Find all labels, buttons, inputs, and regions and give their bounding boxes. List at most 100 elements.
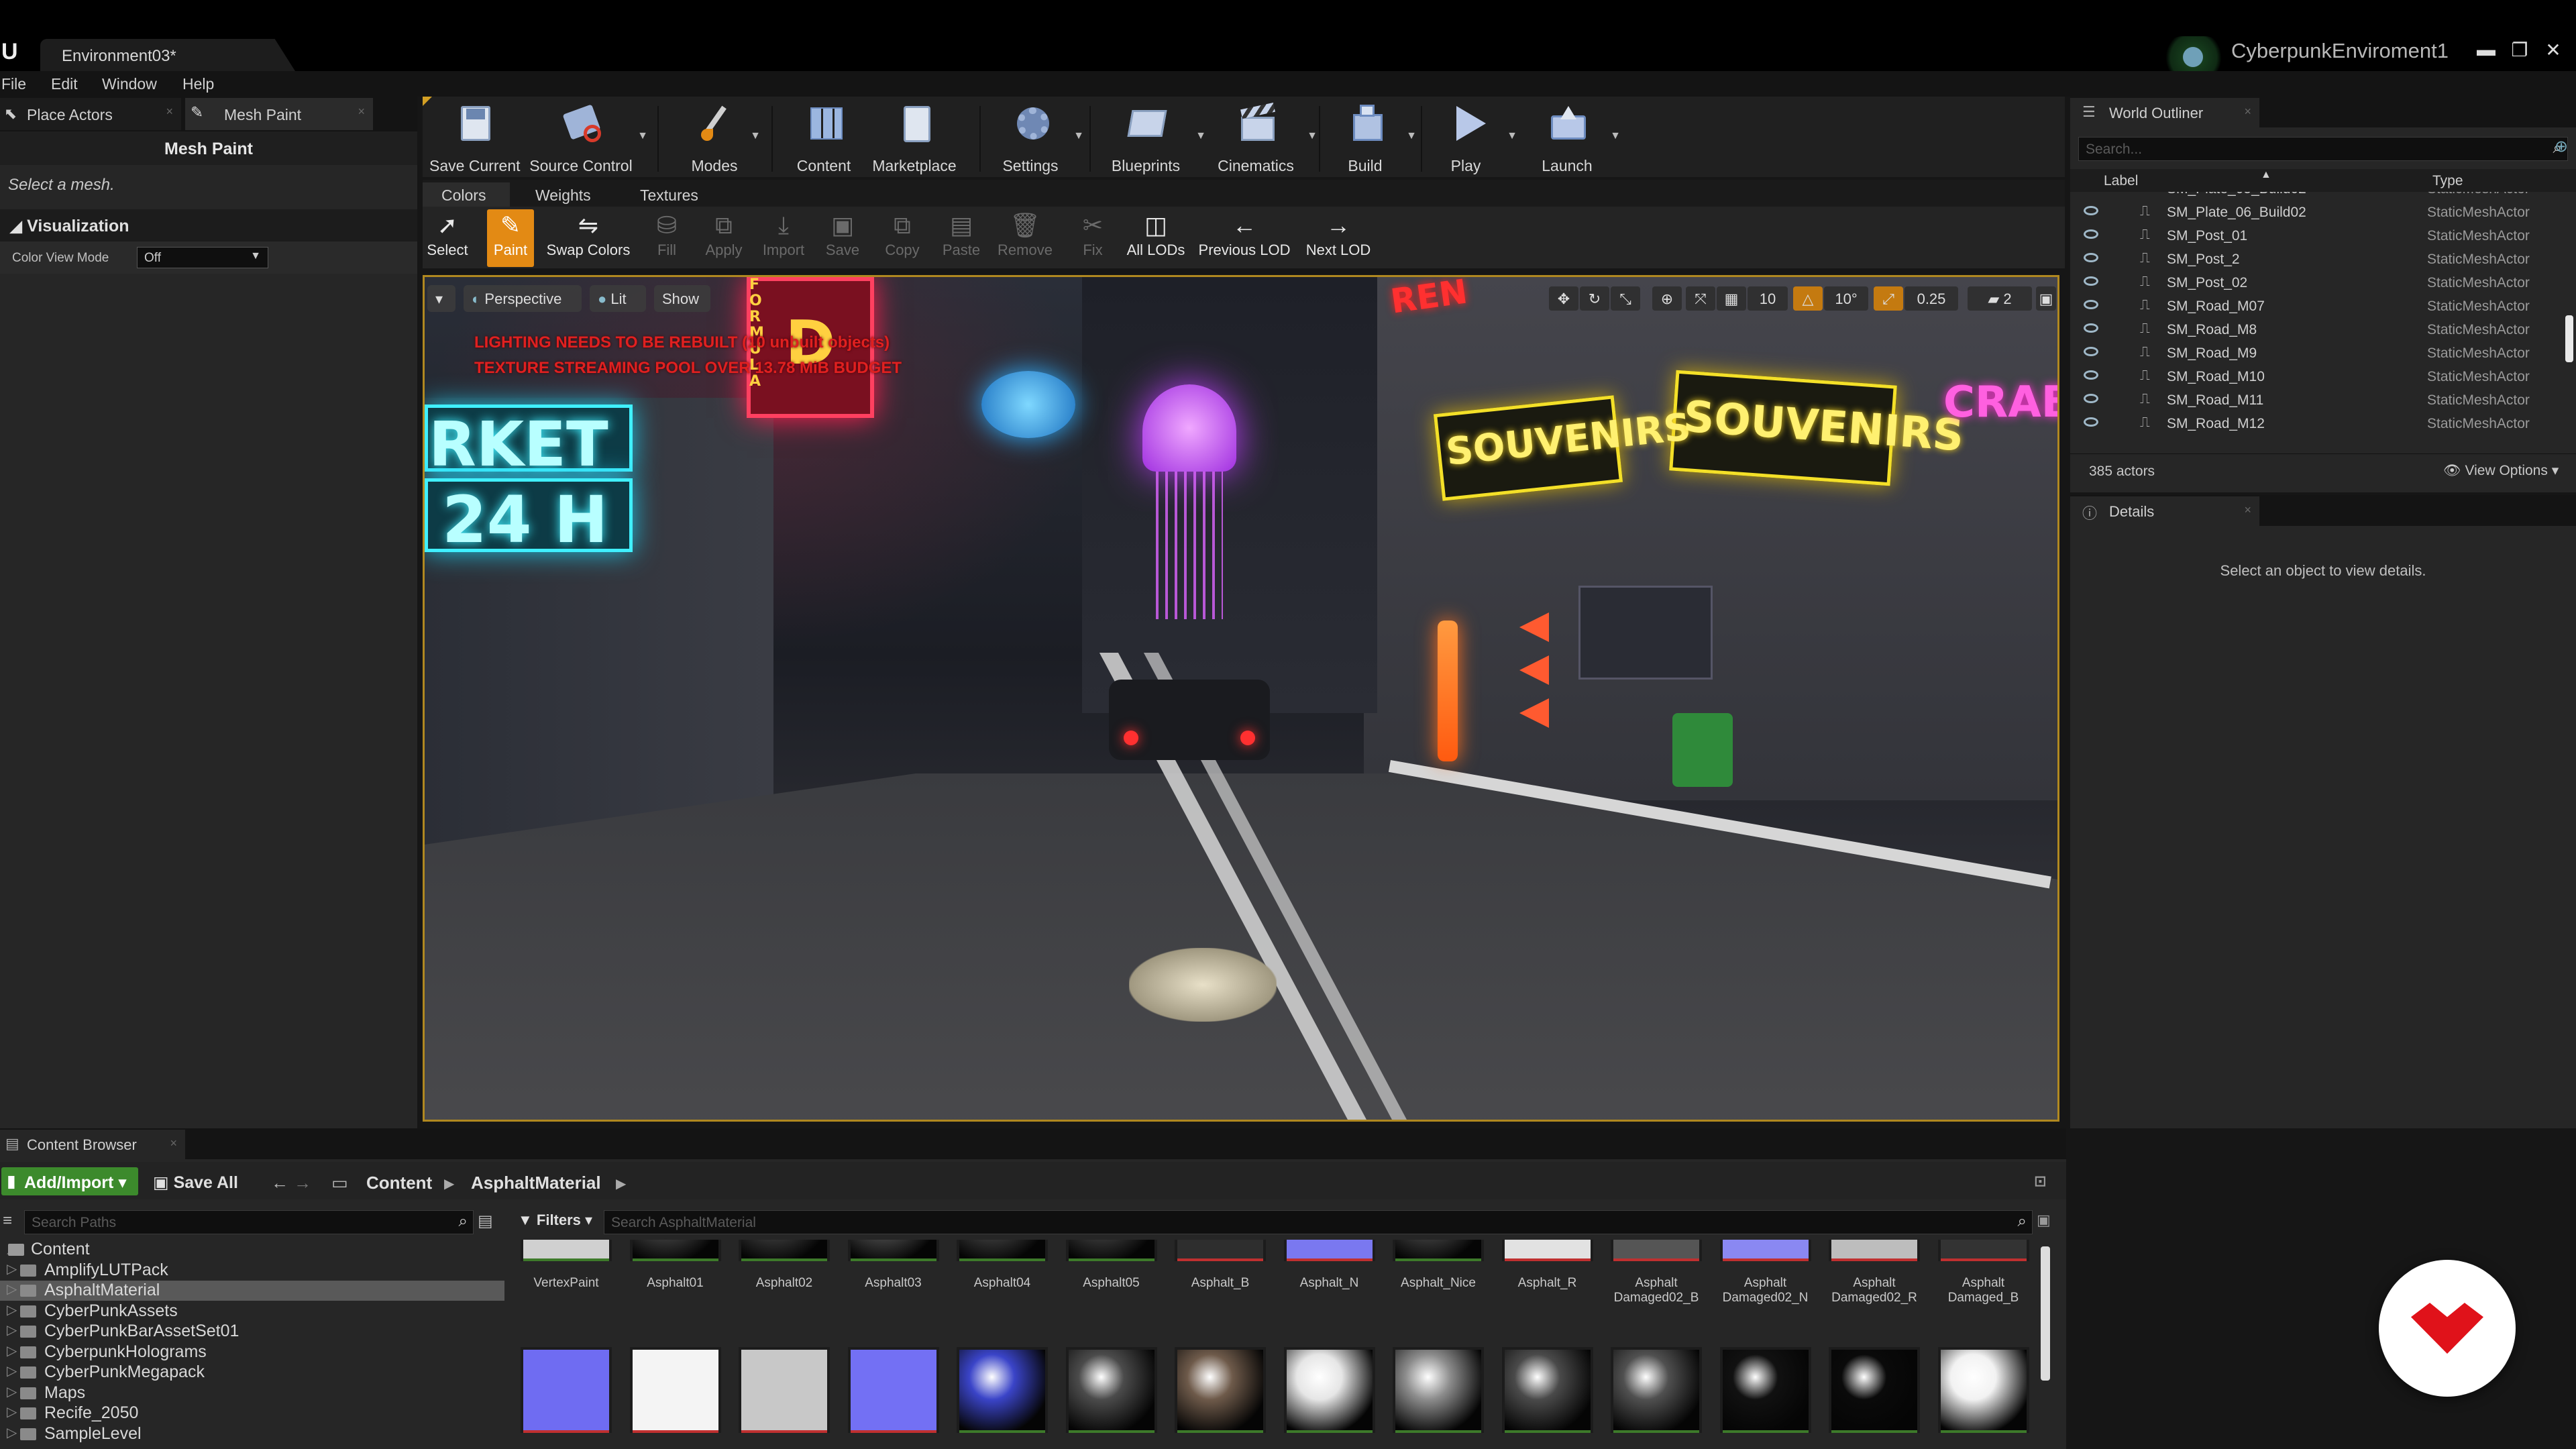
asset-tile[interactable] — [629, 1347, 721, 1436]
minimize-button[interactable]: ▬ — [2473, 39, 2500, 60]
blueprints-button[interactable]: Blueprints ▼ — [1100, 102, 1206, 176]
fill-button[interactable]: ⛁ Fill — [647, 209, 687, 267]
lock-icon[interactable]: ⊡ — [2034, 1173, 2046, 1190]
outliner-row[interactable]: ⎍ SM_Road_M11 StaticMeshActor — [2070, 388, 2564, 412]
tab-close-icon[interactable]: × — [170, 1136, 177, 1150]
visibility-eye-icon[interactable] — [2084, 370, 2098, 380]
expand-arrow-icon[interactable]: ▷ — [7, 1281, 17, 1297]
asset-tile[interactable]: Asphalt_B — [1175, 1240, 1266, 1290]
tab-close-icon[interactable]: × — [166, 105, 173, 119]
tree-folder[interactable]: ▷ SampleLevel — [0, 1424, 504, 1444]
asset-tile[interactable]: VertexPaint — [521, 1240, 612, 1290]
history-back-icon[interactable]: ← — [271, 1173, 288, 1193]
column-type[interactable]: Type — [2432, 173, 2463, 189]
history-forward-icon[interactable]: → — [294, 1173, 311, 1193]
tree-folder[interactable]: ▷ AmplifyLUTPack — [0, 1260, 504, 1281]
view-options-button[interactable]: 👁 View Options ▾ — [2443, 462, 2559, 479]
asset-tile[interactable] — [1719, 1347, 1811, 1436]
asset-tile[interactable] — [1829, 1347, 1920, 1436]
asset-tile[interactable] — [1937, 1347, 2029, 1436]
path-view-options-icon[interactable]: ▤ — [478, 1212, 493, 1231]
add-filter-icon[interactable]: ⊕ — [2555, 137, 2568, 156]
chevron-down-icon[interactable]: ▼ — [1507, 130, 1517, 142]
scale-snap-value[interactable]: 0.25 — [1904, 286, 1958, 311]
tree-folder[interactable]: ▷ CyberPunkBarAssetSet01 — [0, 1322, 504, 1342]
chevron-down-icon[interactable]: ▼ — [1406, 130, 1417, 142]
expand-arrow-icon[interactable]: ▷ — [7, 1301, 17, 1318]
maximize-viewport-icon[interactable]: ▣ — [2036, 286, 2056, 311]
visibility-eye-icon[interactable] — [2084, 276, 2098, 286]
scale-tool-icon[interactable]: ⤡ — [1611, 286, 1640, 311]
tree-folder[interactable]: ▷ CyberpunkHolograms — [0, 1342, 504, 1362]
tab-weights[interactable]: Weights — [517, 182, 617, 207]
asset-tile[interactable]: Asphalt Damaged02_R — [1829, 1240, 1920, 1305]
color-view-mode-select[interactable]: Off ▼ — [137, 247, 268, 268]
search-paths-input[interactable]: Search Paths ⌕ — [24, 1210, 474, 1234]
next-lod-button[interactable]: → Next LOD — [1301, 209, 1375, 267]
search-assets-input[interactable]: Search AsphaltMaterial ⌕ — [604, 1210, 2033, 1234]
asset-tile[interactable]: Asphalt_R — [1501, 1240, 1593, 1290]
fix-button[interactable]: ✂ Fix — [1076, 209, 1110, 267]
asset-tile[interactable]: Asphalt05 — [1065, 1240, 1157, 1290]
build-button[interactable]: Build ▼ — [1328, 102, 1417, 176]
outliner-scrollbar[interactable] — [2565, 315, 2573, 362]
visualization-section[interactable]: ◢ Visualization — [0, 209, 417, 241]
tab-world-outliner[interactable]: ☰ World Outliner × — [2070, 98, 2259, 127]
tab-mesh-paint[interactable]: ✎ Mesh Paint × — [185, 98, 373, 130]
grid-snap-value[interactable]: 10 — [1748, 286, 1788, 311]
tree-folder[interactable]: ▷ AsphaltMaterial — [0, 1281, 504, 1301]
asset-tile[interactable] — [1611, 1347, 1702, 1436]
menu-edit[interactable]: Edit — [51, 75, 78, 93]
visibility-eye-icon[interactable] — [2084, 206, 2098, 215]
tab-close-icon[interactable]: × — [2244, 503, 2251, 517]
save-current-button[interactable]: Save Current — [429, 102, 521, 176]
expand-arrow-icon[interactable]: ▷ — [7, 1383, 17, 1400]
visibility-eye-icon[interactable] — [2084, 300, 2098, 309]
asset-tile[interactable]: Asphalt Damaged_B — [1937, 1240, 2029, 1305]
menu-help[interactable]: Help — [182, 75, 214, 93]
outliner-row[interactable]: ⎍ SM_Road_M10 StaticMeshActor — [2070, 365, 2564, 388]
menu-window[interactable]: Window — [102, 75, 157, 93]
tab-textures[interactable]: Textures — [621, 182, 729, 207]
outliner-search-input[interactable]: Search... ⌕ — [2078, 137, 2568, 161]
save-search-icon[interactable]: ▣ — [2037, 1212, 2051, 1229]
outliner-row[interactable]: ⎍ SM_Road_M9 StaticMeshActor — [2070, 341, 2564, 365]
chevron-down-icon[interactable]: ▼ — [1307, 130, 1318, 142]
translate-tool-icon[interactable]: ✥ — [1549, 286, 1578, 311]
all-lods-button[interactable]: ◫ All LODs — [1126, 209, 1186, 267]
asset-tile[interactable]: Asphalt Damaged02_N — [1719, 1240, 1811, 1305]
expand-arrow-icon[interactable]: ▷ — [7, 1260, 17, 1277]
source-control-button[interactable]: Source Control ▼ — [529, 102, 648, 176]
play-button[interactable]: Play ▼ — [1429, 102, 1517, 176]
paint-tool-button[interactable]: ✎ Paint — [487, 209, 534, 267]
swap-colors-button[interactable]: ⇋ Swap Colors — [543, 209, 633, 267]
rotation-snap-icon[interactable]: △ — [1793, 286, 1823, 311]
visibility-eye-icon[interactable] — [2084, 417, 2098, 427]
asset-tile[interactable]: Asphalt Damaged02_B — [1611, 1240, 1702, 1305]
asset-grid-scrollbar[interactable] — [2041, 1246, 2050, 1381]
visibility-eye-icon[interactable] — [2084, 253, 2098, 262]
grid-snap-icon[interactable]: ▦ — [1717, 286, 1746, 311]
level-tab[interactable]: Environment03* — [40, 39, 295, 71]
menu-file[interactable]: File — [1, 75, 26, 93]
expand-arrow-icon[interactable]: ▷ — [7, 1403, 17, 1420]
visibility-eye-icon[interactable] — [2084, 394, 2098, 403]
settings-button[interactable]: Settings ▼ — [991, 102, 1084, 176]
view-mode-button[interactable]: ● Lit — [590, 285, 646, 312]
outliner-row[interactable]: ⎍ SM_Post_02 StaticMeshActor — [2070, 271, 2564, 294]
asset-tile[interactable]: Asphalt04 — [957, 1240, 1048, 1290]
asset-tile[interactable] — [1393, 1347, 1484, 1436]
cinematics-button[interactable]: Cinematics ▼ — [1209, 102, 1318, 176]
launch-button[interactable]: Launch ▼ — [1528, 102, 1621, 176]
expand-arrow-icon[interactable]: ▷ — [7, 1322, 17, 1338]
camera-speed[interactable]: ▰ 2 — [1968, 286, 2032, 311]
chevron-down-icon[interactable]: ▼ — [750, 130, 761, 142]
outliner-row[interactable]: ⎍ SM_Road_M8 StaticMeshActor — [2070, 318, 2564, 341]
outliner-row[interactable]: ⎍ SM_Road_M12 StaticMeshActor — [2070, 412, 2564, 435]
rotate-tool-icon[interactable]: ↻ — [1580, 286, 1609, 311]
asset-tile[interactable] — [521, 1347, 612, 1436]
visibility-eye-icon[interactable] — [2084, 323, 2098, 333]
asset-tile[interactable]: Asphalt_N — [1283, 1240, 1375, 1290]
rotation-snap-value[interactable]: 10° — [1824, 286, 1868, 311]
asset-tile[interactable] — [1175, 1347, 1266, 1436]
